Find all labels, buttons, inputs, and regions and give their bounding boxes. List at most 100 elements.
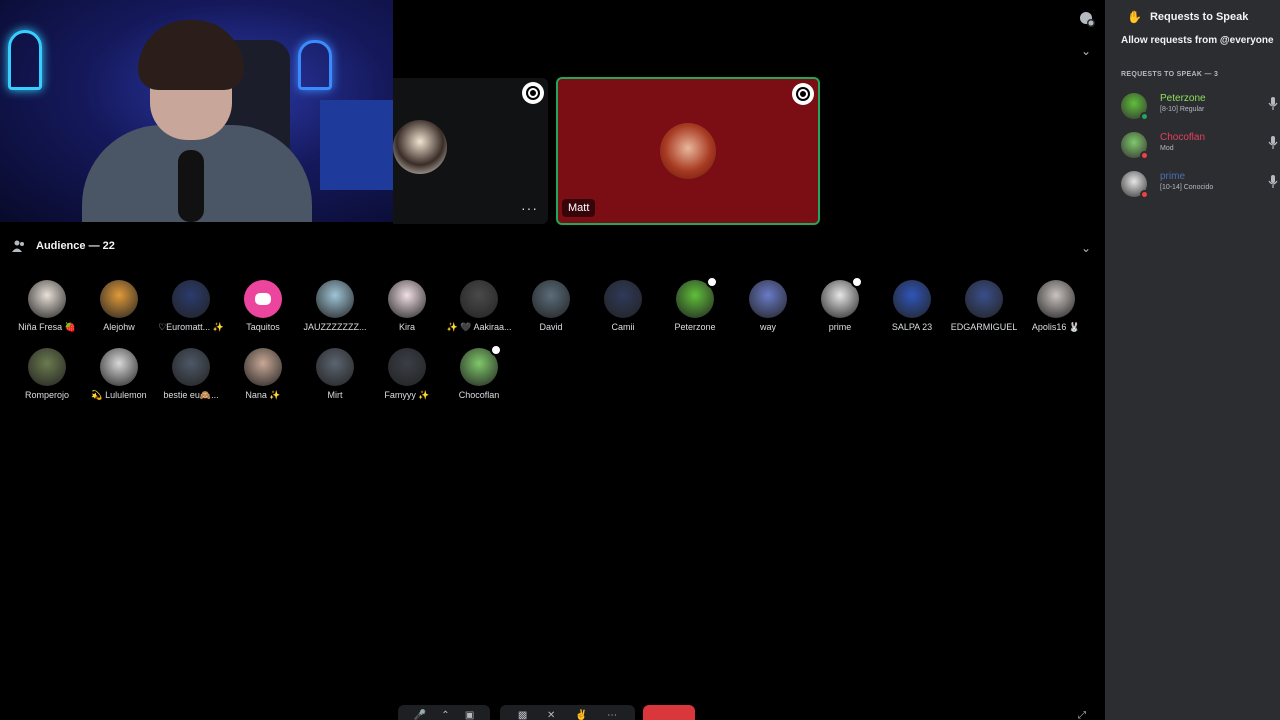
audience-member[interactable]: 💫 Lululemon xyxy=(84,348,154,401)
avatar xyxy=(1121,132,1149,160)
audience-header: Audience — 22 xyxy=(12,240,115,252)
audience-member[interactable]: Mirt xyxy=(300,348,370,400)
requests-heading: REQUESTS TO SPEAK — 3 xyxy=(1121,71,1219,78)
hand-icon[interactable]: ✌ xyxy=(575,710,587,720)
audience-member[interactable]: way xyxy=(733,280,803,332)
avatar xyxy=(749,280,787,318)
invite-to-speak-icon[interactable] xyxy=(1268,175,1278,189)
member-name: ♡Euromatt... ✨ xyxy=(158,322,224,332)
audience-member[interactable]: Nana ✨ xyxy=(228,348,298,401)
member-name: EDGARMIGUEL xyxy=(950,322,1018,332)
fullscreen-icon[interactable]: ⤢ xyxy=(1078,710,1086,720)
leave-stage-button[interactable] xyxy=(643,705,695,720)
streamer-hair xyxy=(138,20,244,90)
audience-member[interactable]: Kira xyxy=(372,280,442,332)
request-row[interactable]: prime [10-14] Conocido xyxy=(1121,171,1280,203)
speaker-avatar xyxy=(660,123,716,179)
audience-member[interactable]: bestie eu🙈... xyxy=(156,348,226,401)
audience-member[interactable]: Peterzone xyxy=(660,276,730,332)
member-name: Apolis16 🐰 xyxy=(1031,322,1081,332)
stage-controls[interactable]: ▩ ✕ ✌ ⋯ xyxy=(500,705,635,720)
status-indicator xyxy=(1140,112,1149,121)
share-screen-icon[interactable]: ▩ xyxy=(518,710,527,720)
requests-panel: ✋ Requests to Speak Allow requests from … xyxy=(1105,0,1280,720)
request-row[interactable]: Peterzone [8-10] Regular xyxy=(1121,93,1280,125)
chevron-down-icon[interactable]: ⌄ xyxy=(1080,45,1092,57)
mod-shield-icon xyxy=(490,344,502,356)
audience-member[interactable]: Chocoflan xyxy=(444,344,514,400)
member-name: Nana ✨ xyxy=(245,390,281,400)
member-name: Taquitos xyxy=(246,322,280,332)
audience-member[interactable]: ✨ 🖤 Aakiraa... xyxy=(444,280,514,333)
audience-member[interactable]: EDGARMIGUEL xyxy=(949,280,1019,332)
avatar xyxy=(316,348,354,386)
member-name: David xyxy=(539,322,563,332)
speaker-tile-active[interactable]: Matt xyxy=(556,77,820,225)
audience-member[interactable]: Niña Fresa 🍓 xyxy=(12,280,82,333)
request-row[interactable]: Chocoflan Mod xyxy=(1121,132,1280,164)
audience-member[interactable]: ♡Euromatt... ✨ xyxy=(156,280,226,333)
member-name: Camii xyxy=(611,322,635,332)
member-name: SALPA 23 xyxy=(891,322,933,332)
chevron-down-icon[interactable]: ⌄ xyxy=(1080,242,1092,254)
audience-member[interactable]: Taquitos xyxy=(228,280,298,332)
avatar xyxy=(965,280,1003,318)
audience-member[interactable]: Alejohw xyxy=(84,280,154,332)
camera-icon[interactable]: ▣ xyxy=(465,710,474,720)
background-shelf xyxy=(320,100,393,190)
request-role: [10-14] Conocido xyxy=(1160,184,1214,191)
more-options-icon[interactable]: ··· xyxy=(521,200,538,216)
audience-member[interactable]: Romperojo xyxy=(12,348,82,400)
request-name: prime xyxy=(1160,171,1186,182)
avatar xyxy=(244,348,282,386)
avatar xyxy=(676,276,718,318)
audience-member[interactable]: Famyyy ✨ xyxy=(372,348,442,401)
request-role: Mod xyxy=(1160,145,1174,152)
neon-light xyxy=(298,40,332,90)
avatar xyxy=(1121,93,1149,121)
request-role: [8-10] Regular xyxy=(1160,106,1205,113)
mod-shield-icon xyxy=(522,82,544,104)
member-name: way xyxy=(759,322,776,332)
speaker-name-tag: Matt xyxy=(562,199,596,217)
more-icon[interactable]: ⋯ xyxy=(607,710,617,720)
microphone-icon[interactable]: 🎤 xyxy=(414,710,426,720)
audience-member[interactable]: JAUZZZZZZZ... xyxy=(300,280,370,332)
member-name: Kira xyxy=(398,322,415,332)
avatar xyxy=(821,276,863,318)
chevron-up-icon[interactable]: ⌃ xyxy=(441,710,449,720)
audience-member[interactable]: David xyxy=(516,280,586,332)
avatar xyxy=(28,348,66,386)
audience-member[interactable]: SALPA 23 xyxy=(877,280,947,332)
avatar xyxy=(172,348,210,386)
neon-light xyxy=(8,30,42,90)
speaker-tile[interactable]: ··· xyxy=(393,78,548,224)
member-name: Chocoflan xyxy=(458,390,500,400)
speaker-avatar xyxy=(393,120,447,174)
audience-count: Audience — 22 xyxy=(36,240,115,252)
avatar xyxy=(172,280,210,318)
request-name: Peterzone xyxy=(1160,93,1206,104)
stage-settings-icon[interactable] xyxy=(1078,10,1096,28)
status-indicator xyxy=(1140,151,1149,160)
invite-to-speak-icon[interactable] xyxy=(1268,136,1278,150)
avatar xyxy=(460,344,502,386)
avatar xyxy=(100,280,138,318)
audience-member[interactable]: Camii xyxy=(588,280,658,332)
avatar xyxy=(893,280,931,318)
invite-to-speak-icon[interactable] xyxy=(1268,97,1278,111)
mod-shield-icon xyxy=(851,276,863,288)
raise-hand-icon: ✋ xyxy=(1127,10,1142,24)
avatar xyxy=(388,348,426,386)
member-name: prime xyxy=(828,322,852,332)
avatar xyxy=(460,280,498,318)
avatar xyxy=(532,280,570,318)
mute-icon[interactable]: ✕ xyxy=(547,710,555,720)
member-name: Romperojo xyxy=(24,390,70,400)
audience-member[interactable]: prime xyxy=(805,276,875,332)
allow-requests-toggle[interactable]: Allow requests from @everyone xyxy=(1121,35,1274,46)
audience-member[interactable]: Apolis16 🐰 xyxy=(1021,280,1091,333)
member-name: ✨ 🖤 Aakiraa... xyxy=(446,322,512,332)
member-name: Niña Fresa 🍓 xyxy=(18,322,76,332)
audio-controls[interactable]: 🎤 ⌃ ▣ xyxy=(398,705,490,720)
